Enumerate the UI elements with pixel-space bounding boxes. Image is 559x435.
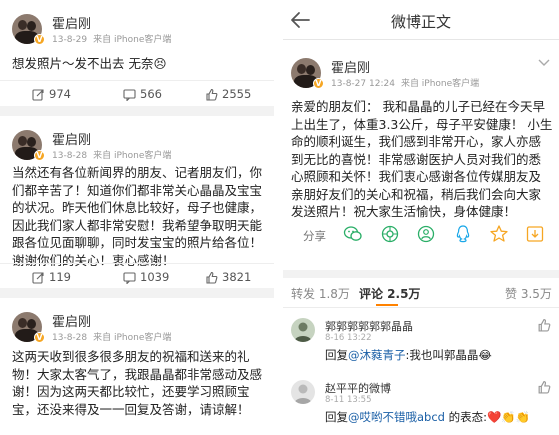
post-text: 想发照片～发不出去 无奈😣 — [12, 56, 167, 71]
comment-count: 566 — [140, 87, 162, 101]
star-icon[interactable] — [489, 224, 509, 244]
post-username[interactable]: 霍启刚 — [331, 57, 370, 76]
feed-post[interactable]: V 霍启刚 13-8-29 来自 iPhone客户端 想发照片～发不出去 无奈😣 … — [0, 0, 274, 106]
like-count: 2555 — [222, 87, 252, 101]
comment-time: 8-11 13:55 — [325, 395, 372, 405]
repost-count: 119 — [49, 270, 71, 284]
repost-button[interactable]: 974 — [32, 86, 71, 102]
post-date: 13-8-28 — [52, 151, 88, 161]
friends-icon[interactable] — [416, 224, 436, 244]
post-actions: 974 566 2555 — [0, 80, 274, 104]
post-text: 亲爱的朋友们： 我和晶晶的儿子已经在今天早上出生了，体重3.3公斤，母子平安健康… — [291, 99, 553, 219]
post-meta: 13-8-29 来自 iPhone客户端 — [52, 32, 171, 45]
comment-button[interactable]: 1039 — [123, 269, 169, 285]
verified-badge-icon: V — [34, 34, 45, 45]
tab-likes[interactable]: 赞 3.5万 — [505, 285, 552, 302]
thumb-up-icon[interactable] — [537, 318, 551, 332]
comment-icon — [123, 271, 136, 284]
thumb-up-icon[interactable] — [537, 380, 551, 394]
active-tab-indicator — [376, 304, 398, 306]
feed-post[interactable]: V 霍启刚 13-8-28 来自 iPhone客户端 这两天收到很多很多朋友的祝福… — [0, 298, 274, 435]
post-actions: 119 1039 3821 — [0, 263, 274, 287]
like-button[interactable]: 2555 — [205, 86, 251, 102]
repost-icon — [32, 88, 44, 101]
comment-body: :我也叫郭晶晶😂 — [405, 348, 492, 362]
mention-link[interactable]: @哎哟不错哦abcd — [348, 410, 445, 424]
thumb-up-icon — [206, 271, 218, 284]
qq-icon[interactable] — [453, 224, 473, 244]
post-username[interactable]: 霍启刚 — [52, 13, 91, 32]
comment-item: 郭郭郭郭郭郭晶晶 8-16 13:22 回复@沐蕤青子:我也叫郭晶晶😂 — [283, 318, 559, 366]
post-source: 来自 iPhone客户端 — [400, 79, 480, 89]
commenter-name[interactable]: 赵平平的微博 — [325, 380, 391, 396]
wechat-icon[interactable] — [343, 224, 363, 244]
thumb-up-icon — [206, 88, 218, 101]
like-button[interactable]: 3821 — [205, 269, 251, 285]
comment-time: 8-16 13:22 — [325, 333, 372, 343]
verified-badge-icon: V — [34, 332, 45, 343]
reply-prefix: 回复 — [325, 348, 348, 362]
reply-prefix: 回复 — [325, 410, 348, 424]
detail-tabs: 转发 1.8万 评论 2.5万 赞 3.5万 — [283, 278, 559, 308]
verified-badge-icon: V — [313, 78, 324, 89]
share-label: 分享 — [303, 229, 326, 243]
comment-text: 回复@沐蕤青子:我也叫郭晶晶😂 — [325, 347, 492, 363]
comment-text: 回复@哎哟不错哦abcd 的表态:❤️👏👏 — [325, 409, 530, 425]
post-text: 这两天收到很多很多朋友的祝福和送来的礼物！大家太客气了，我跟晶晶都非常感动及感谢… — [12, 349, 263, 417]
moments-icon[interactable] — [380, 224, 400, 244]
post-meta: 13-8-27 12:24 来自 iPhone客户端 — [331, 76, 479, 89]
post-meta: 13-8-28 来自 iPhone客户端 — [52, 148, 171, 161]
post-username[interactable]: 霍启刚 — [52, 311, 91, 330]
post-text: 当然还有各位新闻界的朋友、记者朋友们，你们都辛苦了！知道你们都非常关心晶晶及宝宝… — [12, 165, 263, 268]
tab-comments[interactable]: 评论 2.5万 — [359, 285, 420, 302]
post-source: 来自 iPhone客户端 — [93, 151, 172, 161]
post-meta: 13-8-28 来自 iPhone客户端 — [52, 330, 171, 343]
post-username[interactable]: 霍启刚 — [52, 129, 91, 148]
like-count: 3821 — [222, 270, 252, 284]
post-source: 来自 iPhone客户端 — [93, 333, 172, 343]
comment-item: 赵平平的微博 8-11 13:55 回复@哎哟不错哦abcd 的表态:❤️👏👏 — [283, 380, 559, 432]
repost-button[interactable]: 119 — [32, 269, 71, 285]
share-bar: 分享 — [283, 218, 559, 252]
post-datetime: 13-8-27 12:24 — [331, 79, 395, 89]
chevron-down-icon[interactable] — [537, 58, 551, 68]
comment-body: 的表态:❤️👏👏 — [444, 410, 530, 424]
save-image-icon[interactable] — [525, 224, 545, 244]
page-title: 微博正文 — [390, 13, 451, 31]
commenter-avatar[interactable] — [291, 380, 315, 404]
section-separator — [283, 270, 559, 278]
post-source: 来自 iPhone客户端 — [93, 35, 172, 45]
top-bar: 微博正文 — [283, 0, 559, 40]
repost-icon — [32, 271, 44, 284]
post-date: 13-8-29 — [52, 35, 88, 45]
commenter-avatar[interactable] — [291, 318, 315, 342]
post-detail-page: 微博正文 V 霍启刚 13-8-27 12:24 来自 iPhone客户端 亲爱的… — [283, 0, 559, 435]
comment-count: 1039 — [140, 270, 170, 284]
comment-button[interactable]: 566 — [123, 86, 162, 102]
tab-repost[interactable]: 转发 1.8万 — [291, 285, 350, 302]
commenter-name[interactable]: 郭郭郭郭郭郭晶晶 — [325, 318, 413, 334]
verified-badge-icon: V — [34, 150, 45, 161]
column-divider — [274, 0, 283, 435]
weibo-feed: V 霍启刚 13-8-29 来自 iPhone客户端 想发照片～发不出去 无奈😣 … — [0, 0, 274, 435]
mention-link[interactable]: @沐蕤青子 — [348, 348, 406, 362]
repost-count: 974 — [49, 87, 71, 101]
post-date: 13-8-28 — [52, 333, 88, 343]
feed-post[interactable]: V 霍启刚 13-8-28 来自 iPhone客户端 当然还有各位新闻界的朋友、记… — [0, 116, 274, 288]
comment-icon — [123, 88, 136, 101]
